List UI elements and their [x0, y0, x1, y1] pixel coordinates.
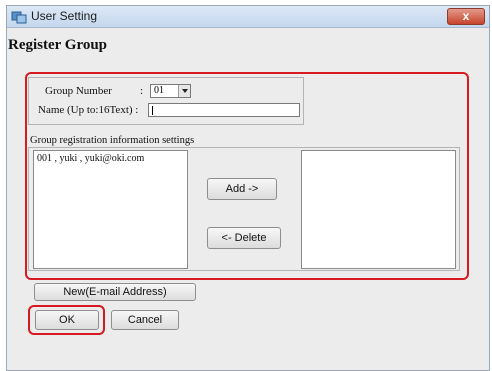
list-item[interactable]: 001 , yuki , yuki@oki.com	[37, 153, 144, 164]
new-email-address-button[interactable]: New(E-mail Address)	[34, 283, 196, 301]
ok-button-label: OK	[59, 314, 75, 326]
delete-button-label: <- Delete	[221, 232, 267, 244]
title-bar: User Setting x	[7, 6, 489, 28]
page-title: Register Group	[8, 37, 108, 53]
add-button-label: Add ->	[225, 183, 259, 195]
delete-button[interactable]: <- Delete	[207, 227, 281, 249]
add-button[interactable]: Add ->	[207, 178, 277, 200]
cancel-button-label: Cancel	[127, 314, 163, 326]
group-number-label: Group Number	[45, 85, 112, 97]
close-button[interactable]: x	[447, 8, 485, 25]
cancel-button[interactable]: Cancel	[111, 310, 179, 330]
user-setting-icon	[11, 11, 27, 24]
new-email-address-label: New(E-mail Address)	[63, 286, 167, 298]
registration-section-label: Group registration information settings	[30, 135, 195, 146]
ok-button[interactable]: OK	[35, 310, 99, 330]
close-icon: x	[462, 9, 470, 23]
selected-entries-list[interactable]	[301, 150, 456, 269]
text-caret	[152, 106, 153, 115]
available-entries-list[interactable]: 001 , yuki , yuki@oki.com	[33, 150, 188, 269]
group-number-value: 01	[154, 85, 164, 96]
group-number-colon: :	[140, 85, 144, 97]
window-title: User Setting	[31, 9, 98, 23]
name-input[interactable]	[148, 103, 300, 117]
chevron-down-icon[interactable]	[178, 85, 190, 97]
group-number-select[interactable]: 01	[150, 84, 191, 98]
name-label: Name (Up to:16Text) :	[38, 104, 139, 116]
